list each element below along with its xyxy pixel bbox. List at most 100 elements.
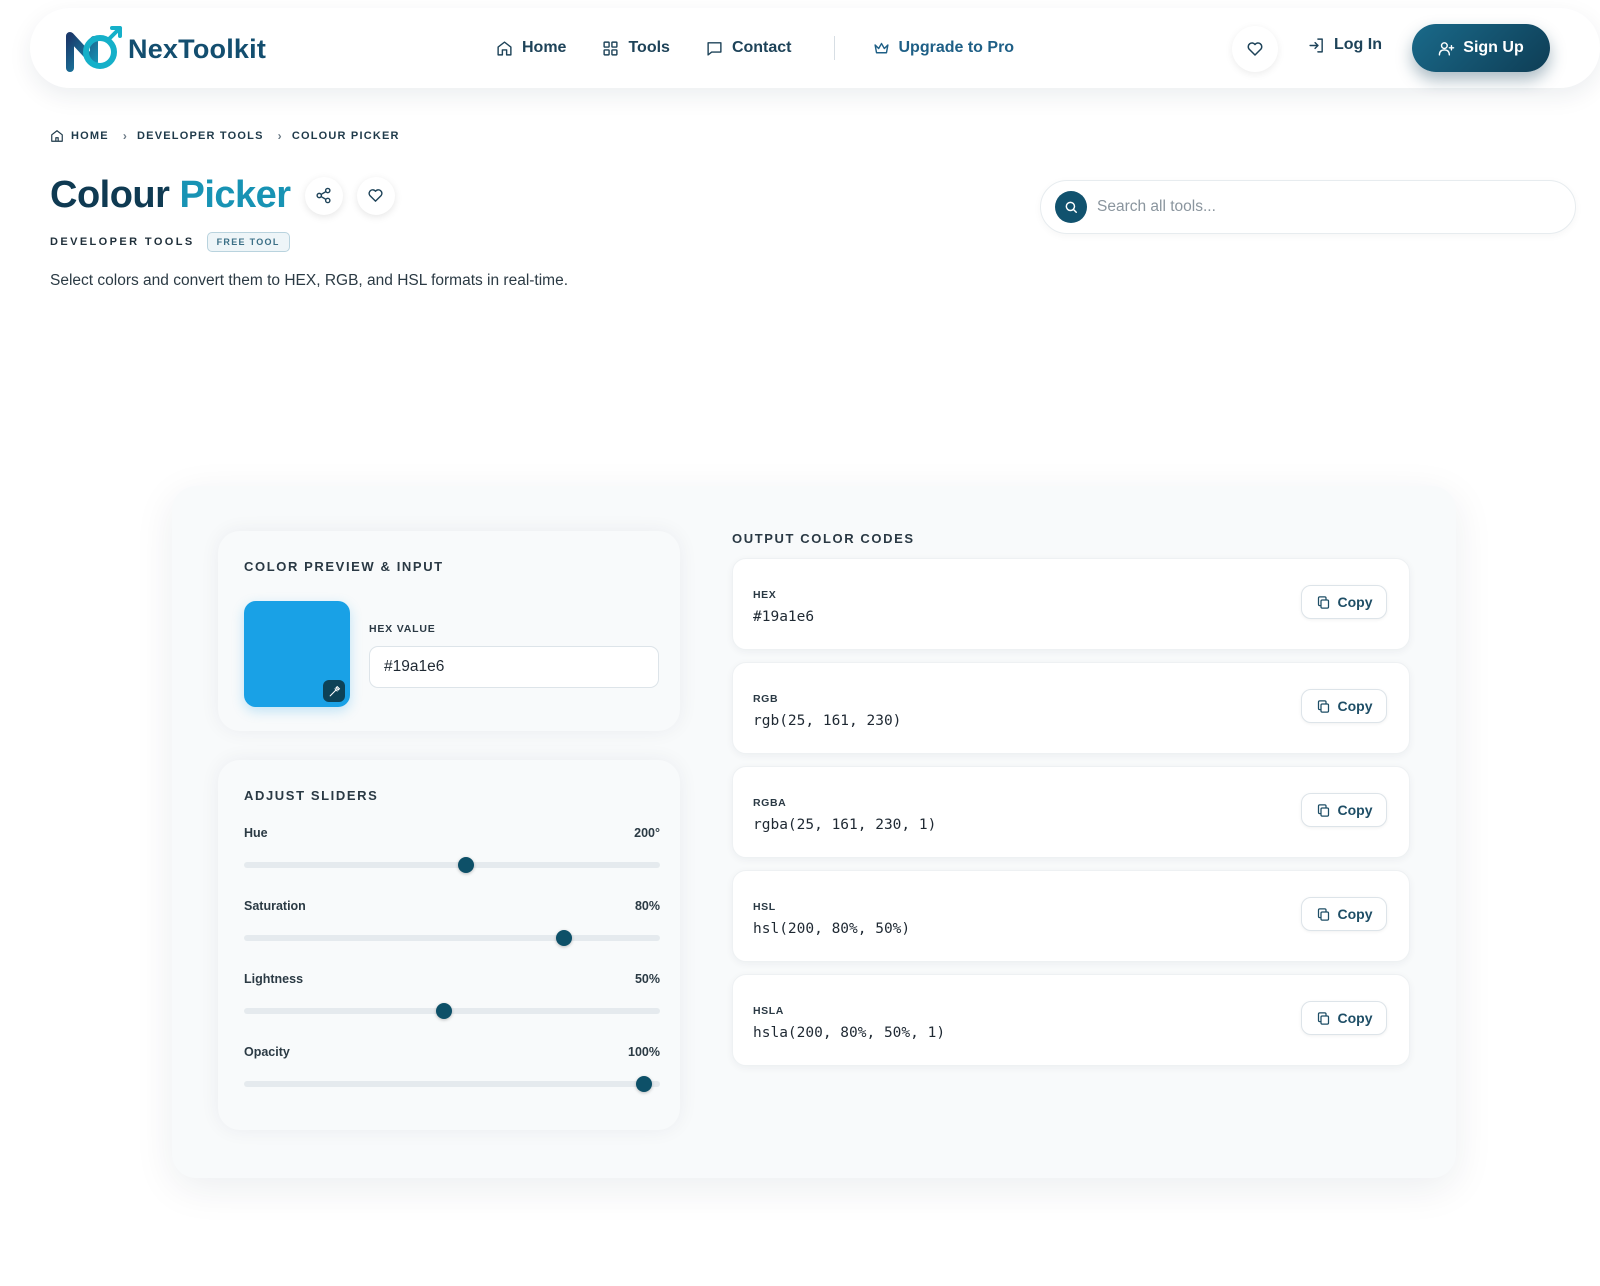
nav-contact[interactable]: Contact xyxy=(706,39,792,57)
brand-logo[interactable]: NexToolkit xyxy=(64,26,266,72)
adjust-sliders-panel: ADJUST SLIDERS Hue 200° Saturation 80% Light… xyxy=(218,760,680,1130)
breadcrumb: HOME › DEVELOPER TOOLS › COLOUR PICKER xyxy=(50,129,400,143)
copy-button[interactable]: Copy xyxy=(1301,689,1387,723)
output-value: #19a1e6 xyxy=(753,609,815,625)
nav-tools[interactable]: Tools xyxy=(602,39,670,57)
page-title-row: Colour Picker xyxy=(50,174,395,217)
slider-lightness: Lightness 50% xyxy=(244,972,660,1032)
login-button[interactable]: Log In xyxy=(1308,36,1382,54)
output-label: RGB xyxy=(753,693,779,705)
signup-label: Sign Up xyxy=(1463,39,1524,56)
top-navbar: NexToolkit Home Tools Contact Upgrade to… xyxy=(30,8,1600,88)
hex-value-input[interactable] xyxy=(369,646,659,688)
home-icon xyxy=(497,40,512,56)
slider-track[interactable] xyxy=(244,862,660,868)
user-plus-icon xyxy=(1438,41,1455,56)
output-value: hsl(200, 80%, 50%) xyxy=(753,921,911,937)
breadcrumb-home[interactable]: HOME xyxy=(71,130,109,142)
tool-meta: DEVELOPER TOOLS FREE TOOL xyxy=(50,232,290,252)
nav-upgrade-pro[interactable]: Upgrade to Pro xyxy=(873,39,1015,57)
nav-home-label: Home xyxy=(522,39,567,56)
signup-button[interactable]: Sign Up xyxy=(1412,24,1550,72)
output-label: HSL xyxy=(753,901,776,913)
eyedropper-icon xyxy=(329,685,340,696)
output-row-hsl: HSL hsl(200, 80%, 50%) Copy xyxy=(732,870,1410,962)
chevron-right-icon: › xyxy=(277,129,283,143)
breadcrumb-home-icon xyxy=(51,130,63,142)
crown-icon xyxy=(873,42,889,53)
output-value: hsla(200, 80%, 50%, 1) xyxy=(753,1025,946,1041)
favorite-tool-button[interactable] xyxy=(356,176,395,215)
copy-label: Copy xyxy=(1337,698,1373,714)
copy-icon xyxy=(1317,595,1329,609)
copy-button[interactable]: Copy xyxy=(1301,585,1387,619)
breadcrumb-current: COLOUR PICKER xyxy=(291,130,400,142)
login-label: Log In xyxy=(1334,36,1382,53)
favorites-button[interactable] xyxy=(1232,26,1278,72)
slider-value: 50% xyxy=(634,972,660,986)
slider-value: 100% xyxy=(628,1045,660,1059)
search-icon xyxy=(1065,201,1077,213)
slider-label: Saturation xyxy=(244,899,306,913)
slider-value: 80% xyxy=(634,899,660,913)
slider-label: Opacity xyxy=(244,1045,290,1059)
logo-icon xyxy=(66,26,122,72)
slider-label: Lightness xyxy=(244,972,304,986)
slider-opacity: Opacity 100% xyxy=(244,1045,660,1105)
tool-description: Select colors and convert them to HEX, R… xyxy=(50,272,569,289)
output-value: rgba(25, 161, 230, 1) xyxy=(753,817,937,833)
color-picker-card: COLOR PREVIEW & INPUT HEX VALUE ADJUST S… xyxy=(172,486,1456,1178)
slider-track[interactable] xyxy=(244,1081,660,1087)
color-preview-panel: COLOR PREVIEW & INPUT HEX VALUE xyxy=(218,531,680,731)
output-label: HEX xyxy=(753,589,777,601)
output-label: RGBA xyxy=(753,797,787,809)
copy-label: Copy xyxy=(1337,802,1373,818)
color-swatch[interactable] xyxy=(244,601,350,707)
copy-label: Copy xyxy=(1337,1010,1373,1026)
search-input[interactable] xyxy=(1097,198,1537,216)
nav-home[interactable]: Home xyxy=(496,39,566,57)
share-icon xyxy=(316,187,331,204)
slider-thumb[interactable] xyxy=(636,1076,652,1092)
color-preview-heading: COLOR PREVIEW & INPUT xyxy=(244,559,444,574)
login-icon xyxy=(1309,37,1323,53)
output-row-hsla: HSLA hsla(200, 80%, 50%, 1) Copy xyxy=(732,974,1410,1066)
nav-tools-label: Tools xyxy=(628,39,670,56)
copy-button[interactable]: Copy xyxy=(1301,897,1387,931)
search-button[interactable] xyxy=(1055,191,1087,223)
slider-label: Hue xyxy=(244,826,268,840)
breadcrumb-developer-tools[interactable]: DEVELOPER TOOLS xyxy=(137,130,264,142)
output-row-hex: HEX #19a1e6 Copy xyxy=(732,558,1410,650)
copy-button[interactable]: Copy xyxy=(1301,793,1387,827)
copy-button[interactable]: Copy xyxy=(1301,1001,1387,1035)
page-title-part2: Picker xyxy=(179,174,292,216)
nav-divider xyxy=(833,36,835,60)
output-codes-heading: OUTPUT COLOR CODES xyxy=(732,531,915,546)
tool-category: DEVELOPER TOOLS xyxy=(50,236,195,248)
nav-upgrade-pro-label: Upgrade to Pro xyxy=(898,39,1015,56)
slider-thumb[interactable] xyxy=(436,1003,452,1019)
slider-thumb[interactable] xyxy=(556,930,572,946)
slider-saturation: Saturation 80% xyxy=(244,899,660,959)
nav-contact-label: Contact xyxy=(731,39,792,56)
hex-value-label: HEX VALUE xyxy=(369,623,436,635)
nav-links: Home Tools Contact Upgrade to Pro xyxy=(496,8,1050,88)
copy-label: Copy xyxy=(1337,594,1373,610)
output-row-rgba: RGBA rgba(25, 161, 230, 1) Copy xyxy=(732,766,1410,858)
adjust-sliders-heading: ADJUST SLIDERS xyxy=(244,788,379,803)
share-button[interactable] xyxy=(304,176,343,215)
eyedropper-button[interactable] xyxy=(323,680,345,702)
page-title-part1: Colour xyxy=(50,174,170,216)
brand-name: NexToolkit xyxy=(128,33,267,64)
page-title: Colour Picker xyxy=(50,174,291,217)
slider-thumb[interactable] xyxy=(458,857,475,873)
copy-icon xyxy=(1317,803,1329,817)
chevron-right-icon: › xyxy=(122,129,129,143)
slider-hue: Hue 200° xyxy=(244,826,660,886)
copy-icon xyxy=(1317,907,1329,921)
grid-icon xyxy=(603,40,619,56)
slider-track[interactable] xyxy=(244,1008,660,1014)
copy-icon xyxy=(1317,699,1329,713)
copy-label: Copy xyxy=(1337,906,1373,922)
slider-track[interactable] xyxy=(244,935,660,941)
